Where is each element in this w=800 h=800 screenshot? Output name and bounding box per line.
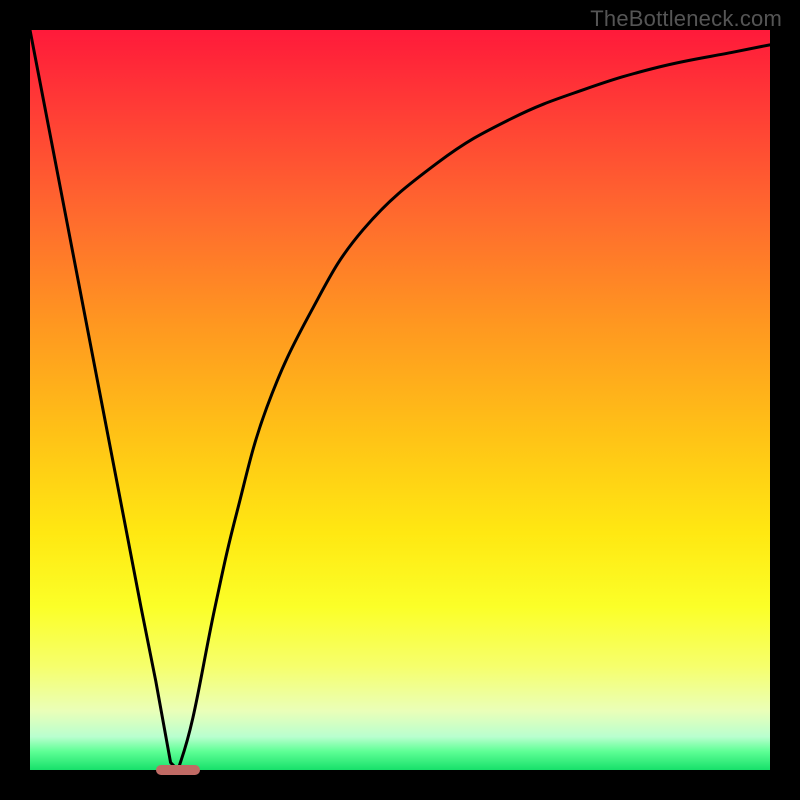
chart-frame: TheBottleneck.com	[0, 0, 800, 800]
bottleneck-curve	[30, 30, 770, 770]
curve-svg	[30, 30, 770, 770]
optimal-range-marker	[156, 765, 200, 775]
plot-area	[30, 30, 770, 770]
watermark-text: TheBottleneck.com	[590, 6, 782, 32]
